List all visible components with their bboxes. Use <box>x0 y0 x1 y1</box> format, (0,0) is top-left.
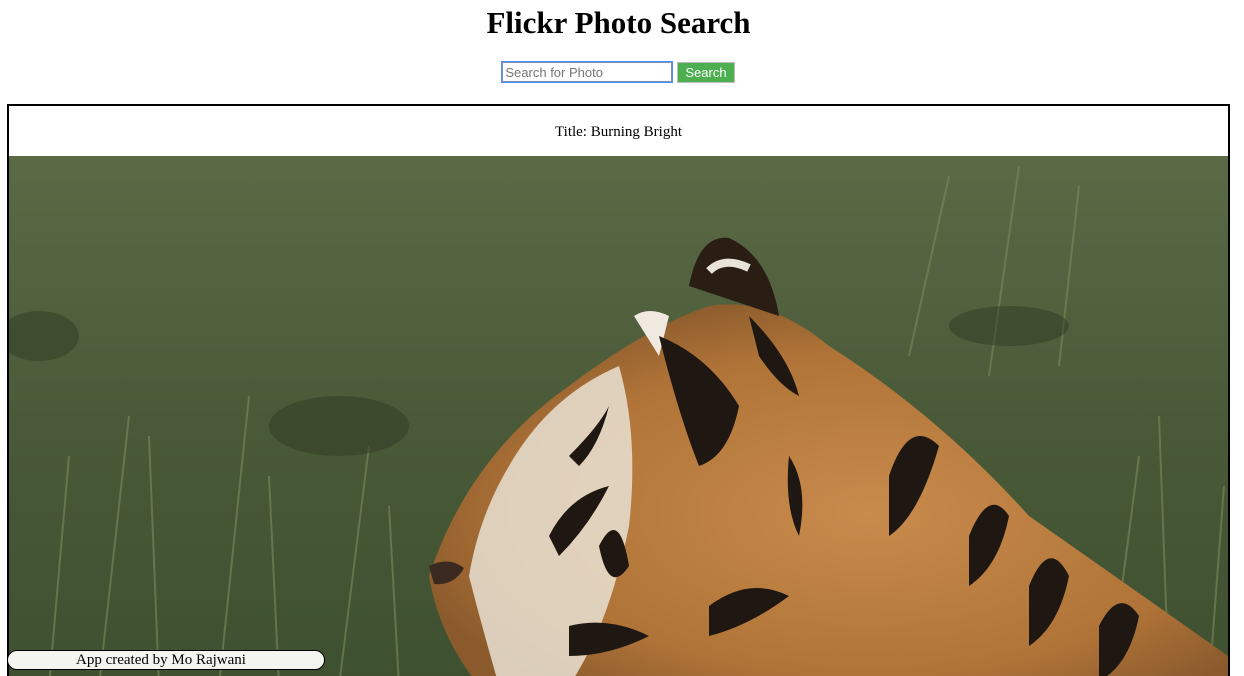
search-button[interactable]: Search <box>677 62 735 83</box>
photo-title: Title: Burning Bright <box>555 124 682 140</box>
search-input[interactable] <box>501 61 674 83</box>
photo-card: Title: Burning Bright <box>7 104 1230 676</box>
search-bar: Search <box>0 61 1237 83</box>
footer-credit: App created by Mo Rajwani <box>7 650 325 670</box>
page-title: Flickr Photo Search <box>486 5 751 40</box>
photo-image[interactable] <box>9 156 1228 676</box>
